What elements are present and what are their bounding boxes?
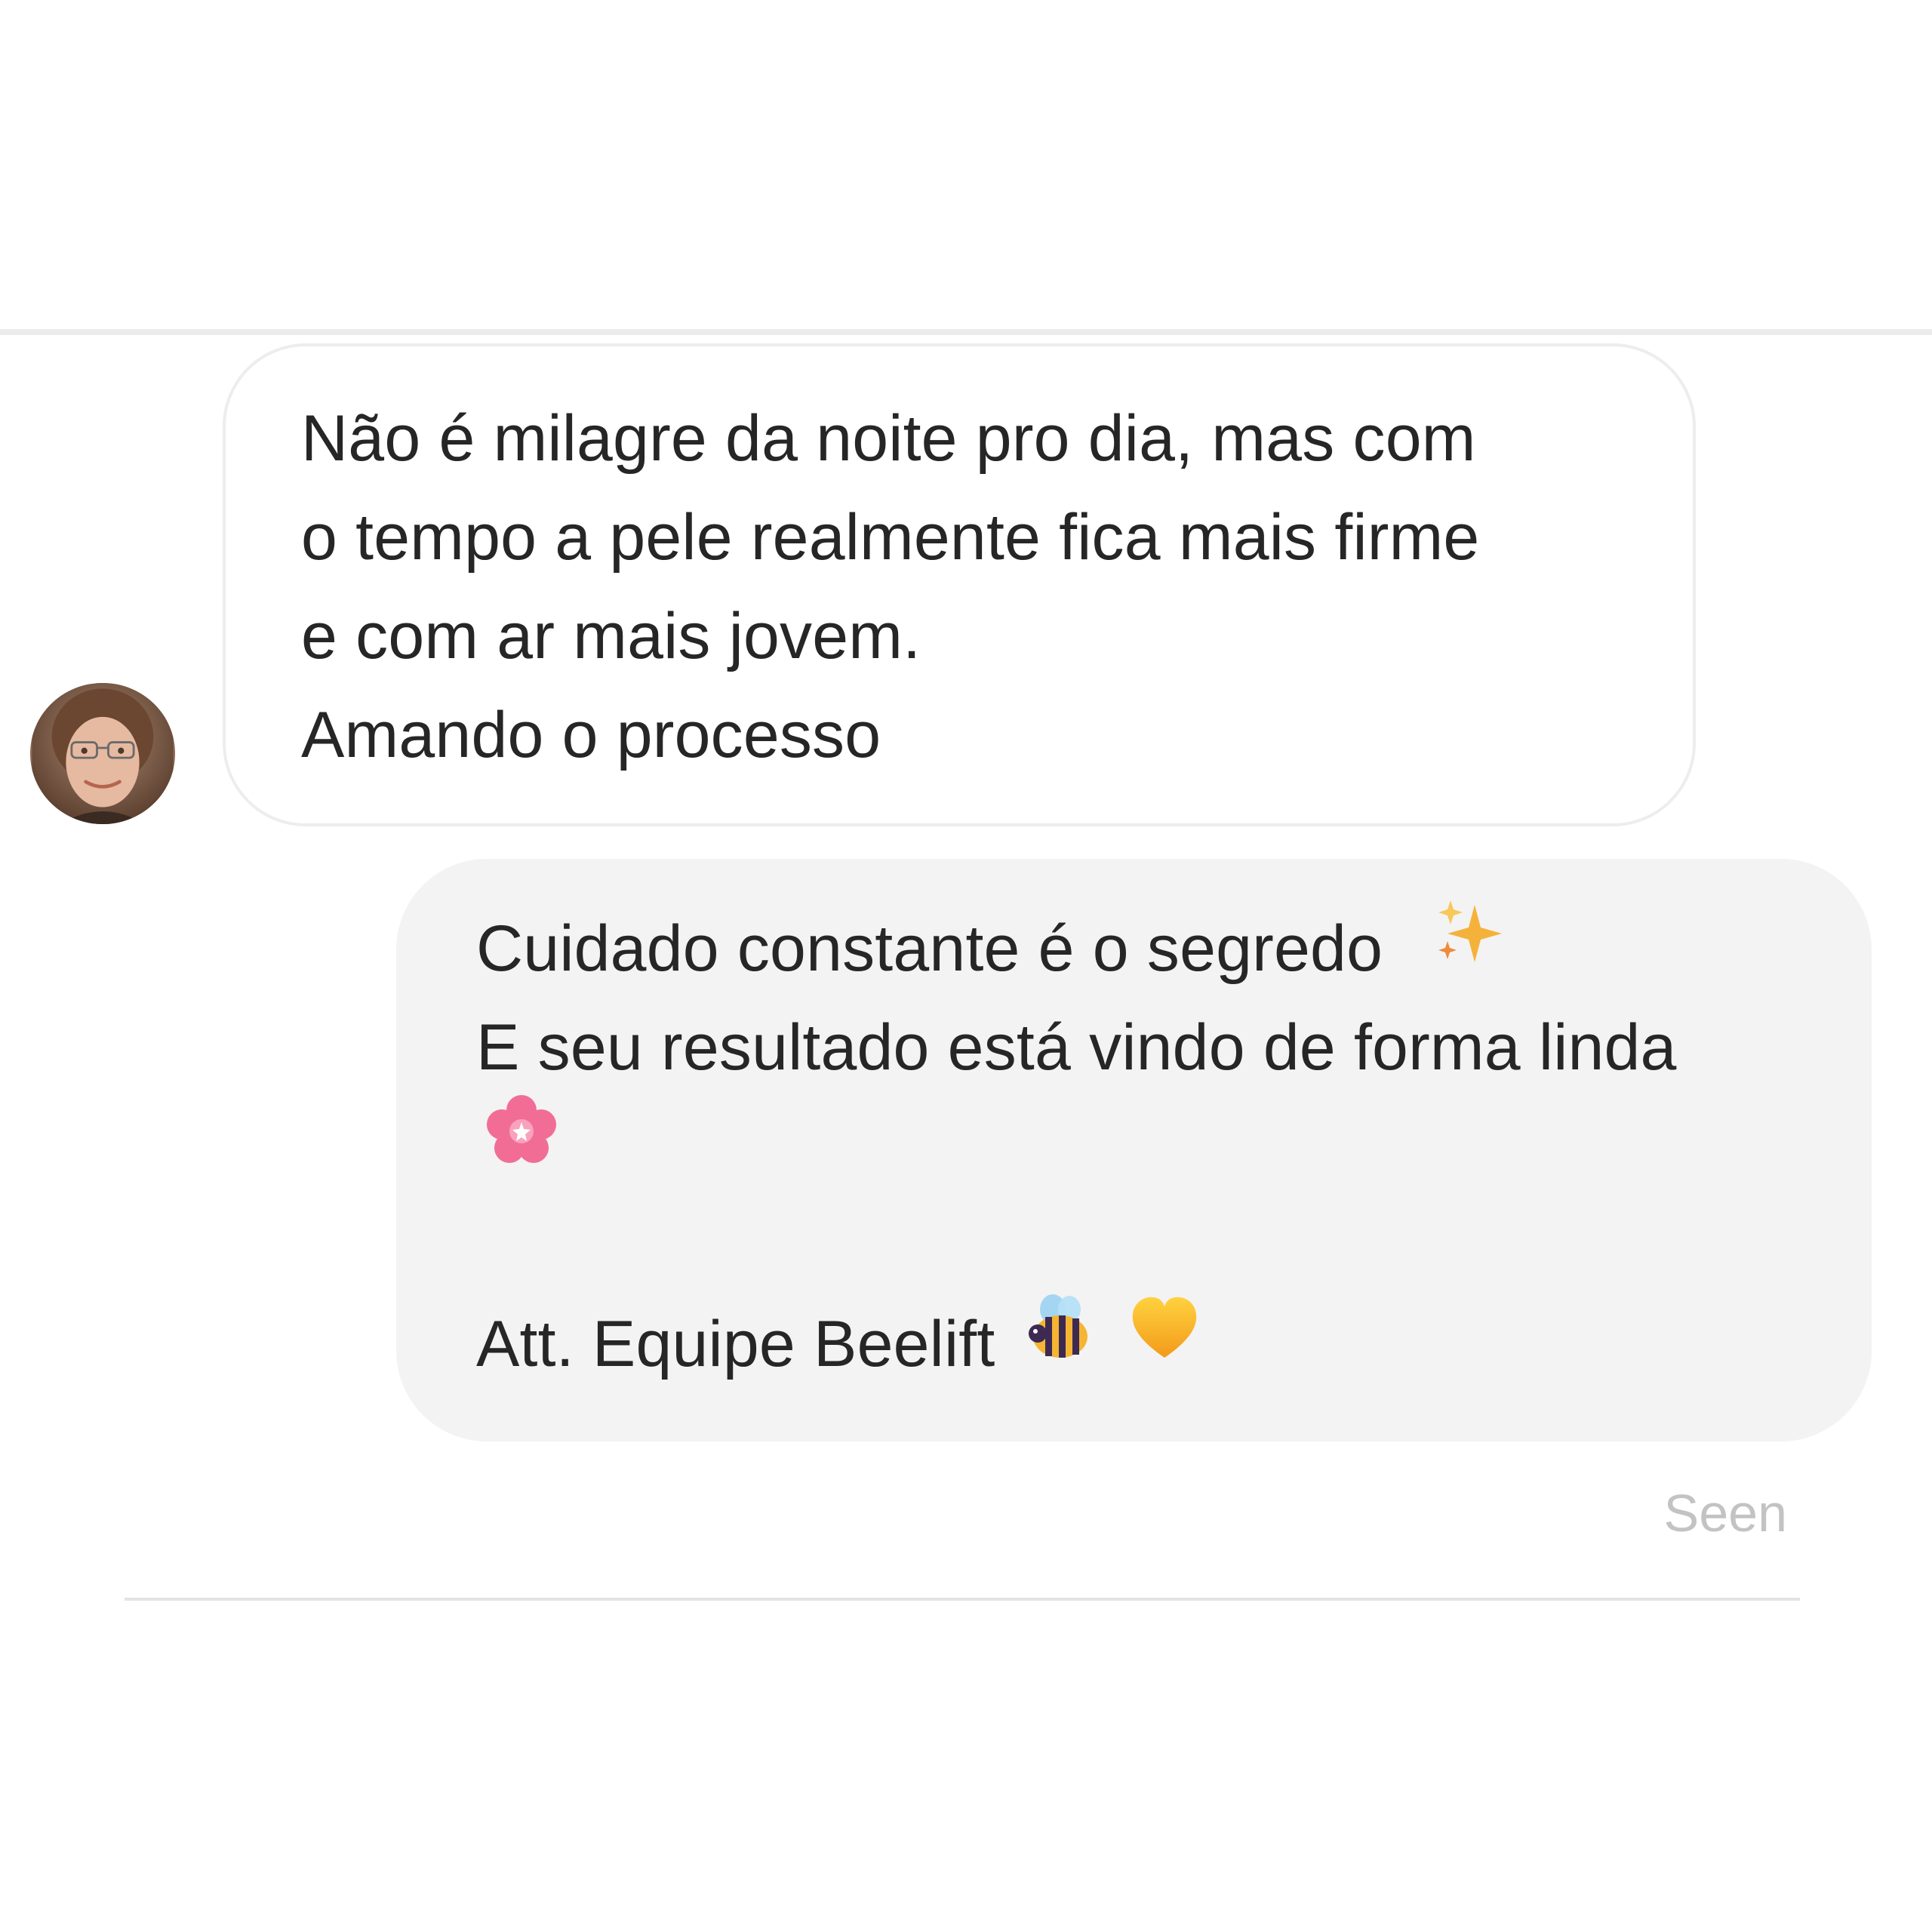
seen-status: Seen (1663, 1484, 1787, 1543)
bee-icon (1023, 1290, 1098, 1393)
message-line: e com ar mais jovem. (301, 600, 921, 672)
message-line: Cuidado constante é o segredo (476, 900, 1850, 998)
message-line: Não é milagre da noite pro dia, mas com (301, 402, 1476, 475)
avatar-photo (32, 683, 174, 824)
message-line-text: Cuidado constante é o segredo (476, 912, 1383, 985)
sender-avatar[interactable] (30, 683, 175, 824)
incoming-message-bubble[interactable]: Não é milagre da noite pro dia, mas com … (223, 343, 1696, 826)
chat-thread: Não é milagre da noite pro dia, mas com … (0, 0, 1932, 1932)
message-line: Att. Equipe Beelift (476, 1294, 1850, 1394)
message-line: E seu resultado está vindo de forma lind… (476, 1011, 1677, 1084)
message-line: o tempo a pele realmente fica mais firme (301, 501, 1480, 574)
sparkles-icon (1431, 894, 1506, 998)
message-line-text: Att. Equipe Beelift (476, 1308, 995, 1380)
outgoing-message-text: Cuidado constante é o segredo E seu resu… (476, 900, 1850, 1394)
composer-divider (125, 1598, 1800, 1601)
message-line: Amando o processo (301, 699, 881, 771)
incoming-message-text: Não é milagre da noite pro dia, mas com … (301, 389, 1660, 785)
message-line (476, 1094, 1850, 1196)
yellow-heart-icon (1127, 1290, 1202, 1393)
header-divider (0, 329, 1932, 335)
outgoing-message-bubble[interactable]: Cuidado constante é o segredo E seu resu… (396, 859, 1872, 1441)
cherry-blossom-icon (484, 1092, 559, 1195)
